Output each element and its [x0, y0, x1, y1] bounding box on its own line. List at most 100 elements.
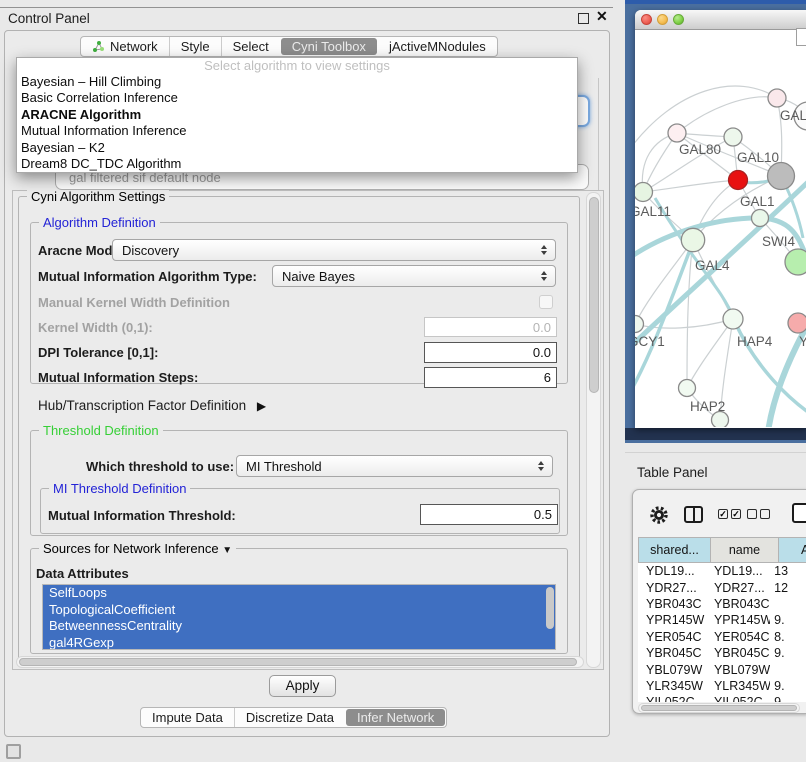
- mi-threshold-field[interactable]: [420, 504, 558, 525]
- close-window-icon[interactable]: [641, 14, 652, 25]
- combo-arrows-icon: [537, 245, 551, 255]
- algorithm-option[interactable]: Basic Correlation Inference: [17, 90, 577, 106]
- table-cell: YDR27...: [638, 581, 706, 595]
- manual-kernel-checkbox[interactable]: [539, 295, 553, 309]
- network-edge[interactable]: [635, 86, 777, 150]
- algorithm-option[interactable]: Bayesian – Hill Climbing: [17, 74, 577, 90]
- network-canvas[interactable]: GALGAL80GAL10GAL1GAL11SWI4GAL4GCY1HAP4YH…: [635, 30, 806, 427]
- attribute-item[interactable]: gal4RGexp: [43, 635, 555, 651]
- network-node-gcy1[interactable]: [635, 316, 644, 333]
- kernel-width-field[interactable]: [424, 317, 557, 337]
- algorithm-option[interactable]: ARACNE Algorithm: [17, 107, 577, 123]
- tab-jactivemnodules[interactable]: jActiveMNodules: [378, 37, 497, 56]
- network-node-hap2[interactable]: [679, 380, 696, 397]
- deselect-all-icon[interactable]: [760, 509, 770, 519]
- network-node-gal80[interactable]: [668, 124, 686, 142]
- network-edge[interactable]: [687, 240, 693, 388]
- network-node-gal11[interactable]: [635, 183, 653, 202]
- table-row[interactable]: YBR043CYBR043C: [638, 596, 806, 612]
- panel-title: Control Panel: [8, 11, 90, 26]
- network-node-hap4[interactable]: [723, 309, 743, 329]
- network-edge[interactable]: [687, 319, 733, 388]
- table-cell: YBL079W: [638, 663, 706, 677]
- network-node-y[interactable]: [788, 313, 806, 333]
- column-header[interactable]: shared...: [639, 538, 711, 562]
- column-header[interactable]: A: [779, 538, 806, 562]
- table-row[interactable]: YER054CYER054C8.: [638, 629, 806, 645]
- tab-discretize-data[interactable]: Discretize Data: [234, 708, 345, 727]
- network-window-titlebar[interactable]: [635, 10, 806, 30]
- settings-vertical-scrollbar[interactable]: [586, 192, 601, 668]
- close-panel-icon[interactable]: ✕: [596, 8, 608, 25]
- table-row[interactable]: YDL19...YDL19...13: [638, 563, 806, 579]
- table-row[interactable]: YBL079WYBL079W: [638, 661, 806, 677]
- dock-panel-icon[interactable]: [6, 744, 21, 759]
- table-cell: YIL052C: [638, 695, 706, 702]
- table-row[interactable]: YBR045CYBR045C9.: [638, 645, 806, 661]
- network-node[interactable]: [768, 163, 795, 190]
- aracne-mode-combo[interactable]: Discovery: [112, 239, 556, 261]
- apply-button[interactable]: Apply: [269, 675, 336, 697]
- gear-icon[interactable]: [648, 504, 670, 526]
- mi-steps-field[interactable]: [424, 367, 557, 388]
- node-label: GAL10: [737, 150, 779, 165]
- deselect-all-icon[interactable]: [747, 509, 757, 519]
- node-label: Y: [799, 334, 806, 349]
- data-attributes-label: Data Attributes: [36, 566, 129, 581]
- algorithm-option[interactable]: Dream8 DC_TDC Algorithm: [17, 156, 577, 172]
- settings-horizontal-scrollbar[interactable]: [16, 656, 584, 668]
- network-node-swi4[interactable]: [752, 210, 769, 227]
- table-cell: 9.: [770, 646, 806, 660]
- table-cell: YBR045C: [706, 646, 770, 660]
- split-view-icon[interactable]: [684, 506, 703, 523]
- table-cell: YDR27...: [706, 581, 770, 595]
- minimize-window-icon[interactable]: [657, 14, 668, 25]
- zoom-window-icon[interactable]: [673, 14, 684, 25]
- dpi-tolerance-field[interactable]: [424, 342, 557, 363]
- tab-cyni-toolbox[interactable]: Cyni Toolbox: [281, 38, 377, 55]
- hub-section-toggle[interactable]: Hub/Transcription Factor Definition ▶: [38, 398, 266, 413]
- attribute-item[interactable]: BetweennessCentrality: [43, 618, 555, 635]
- tab-infer-network[interactable]: Infer Network: [346, 709, 445, 726]
- aracne-mode-value: Discovery: [113, 243, 537, 258]
- network-node[interactable]: [785, 249, 806, 275]
- attribute-item[interactable]: TopologicalCoefficient: [43, 602, 555, 619]
- tab-select[interactable]: Select: [221, 37, 280, 56]
- which-threshold-combo[interactable]: MI Threshold: [236, 455, 553, 477]
- float-panel-icon[interactable]: [578, 13, 589, 24]
- network-node-gal[interactable]: [768, 89, 786, 107]
- network-edge[interactable]: [677, 97, 777, 133]
- column-icon[interactable]: [792, 503, 806, 523]
- table-cell: YDL19...: [638, 564, 706, 578]
- network-edge[interactable]: [635, 242, 693, 394]
- tab-style[interactable]: Style: [169, 37, 221, 56]
- node-label: GAL1: [740, 194, 775, 209]
- table-cell: YER054C: [706, 630, 770, 644]
- algorithm-option[interactable]: Mutual Information Inference: [17, 123, 577, 139]
- table-row[interactable]: YPR145WYPR145W9.: [638, 612, 806, 628]
- table-row[interactable]: YLR345WYLR345W9.: [638, 678, 806, 694]
- tab-network[interactable]: Network: [81, 37, 169, 56]
- table-row[interactable]: YDR27...YDR27...12: [638, 579, 806, 595]
- algorithm-option[interactable]: Bayesian – K2: [17, 140, 577, 156]
- network-node-gal4[interactable]: [681, 228, 704, 251]
- sources-group-title: Sources for Network Inference ▼: [39, 541, 236, 556]
- table-horizontal-scrollbar[interactable]: [638, 703, 800, 713]
- mi-type-combo[interactable]: Naive Bayes: [272, 265, 556, 287]
- table-row[interactable]: YIL052CYIL052C9: [638, 694, 806, 702]
- combo-arrows-icon: [534, 461, 548, 471]
- threshold-definition-title: Threshold Definition: [39, 423, 163, 438]
- network-node-gal10[interactable]: [724, 128, 742, 146]
- attributes-list-scrollbar[interactable]: [546, 587, 554, 629]
- select-all-icon[interactable]: ✓: [718, 509, 728, 519]
- network-edge[interactable]: [635, 240, 693, 324]
- scrollbar-thumb[interactable]: [641, 705, 797, 711]
- network-node-gal1[interactable]: [729, 171, 748, 190]
- scrollbar-thumb[interactable]: [589, 197, 599, 393]
- column-header[interactable]: name: [711, 538, 779, 562]
- attribute-item[interactable]: SelfLoops: [43, 585, 555, 602]
- tab-impute-data[interactable]: Impute Data: [141, 708, 234, 727]
- scrollbar-thumb[interactable]: [19, 658, 577, 666]
- data-attributes-list[interactable]: SelfLoopsTopologicalCoefficientBetweenne…: [42, 584, 556, 650]
- select-all-icon[interactable]: ✓: [731, 509, 741, 519]
